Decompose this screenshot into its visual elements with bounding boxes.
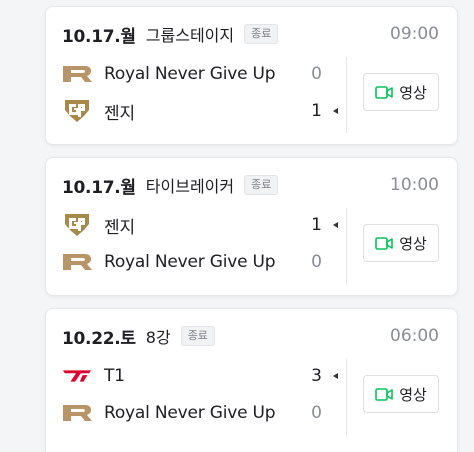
video-button-label: 영상 <box>399 83 427 102</box>
team-row[interactable]: 젠지 1 <box>62 212 338 238</box>
team-score: 0 <box>311 252 322 272</box>
video-button[interactable]: 영상 <box>363 375 439 413</box>
match-time: 09:00 <box>390 24 439 44</box>
team-row[interactable]: Royal Never Give Up 0 <box>62 249 338 275</box>
winner-arrow-icon <box>333 222 338 228</box>
winner-arrow-icon <box>333 108 338 114</box>
team-name: Royal Never Give Up <box>104 252 276 272</box>
video-button[interactable]: 영상 <box>363 224 439 262</box>
team-score: 1 <box>311 101 322 121</box>
t1-logo-icon <box>62 365 92 387</box>
winner-arrow-icon <box>333 373 338 379</box>
team-score: 0 <box>311 64 322 84</box>
match-stage: 그룹스테이지 <box>145 26 235 45</box>
geng-logo-icon <box>62 100 92 122</box>
match-header: 10.17.월 그룹스테이지 종료 09:00 <box>62 23 439 47</box>
match-time: 06:00 <box>390 326 439 346</box>
team-row[interactable]: Royal Never Give Up 0 <box>62 61 338 87</box>
video-button-label: 영상 <box>399 234 427 253</box>
rng-logo-icon <box>62 402 92 424</box>
match-card[interactable]: 10.17.월 타이브레이커 종료 10:00 젠지 1 Royal Never… <box>45 157 458 296</box>
match-date: 10.22.토 <box>62 328 136 349</box>
status-badge: 종료 <box>244 175 279 195</box>
team-name: Royal Never Give Up <box>104 403 276 423</box>
video-camera-icon <box>375 387 393 401</box>
match-date: 10.17.월 <box>62 177 136 198</box>
divider <box>346 208 347 284</box>
status-badge: 종료 <box>244 24 279 44</box>
team-row[interactable]: T1 3 <box>62 363 338 389</box>
team-score: 1 <box>311 215 322 235</box>
match-date: 10.17.월 <box>62 26 136 47</box>
match-card[interactable]: 10.17.월 그룹스테이지 종료 09:00 Royal Never Give… <box>45 6 458 145</box>
status-badge: 종료 <box>180 326 215 346</box>
divider <box>346 57 347 133</box>
video-button[interactable]: 영상 <box>363 73 439 111</box>
team-name: 젠지 <box>104 217 135 238</box>
video-camera-icon <box>375 236 393 250</box>
video-button-label: 영상 <box>399 385 427 404</box>
team-name: 젠지 <box>104 103 135 124</box>
geng-logo-icon <box>62 214 92 236</box>
video-camera-icon <box>375 85 393 99</box>
team-score: 0 <box>311 403 322 423</box>
team-name: Royal Never Give Up <box>104 64 276 84</box>
team-row[interactable]: Royal Never Give Up 0 <box>62 400 338 426</box>
match-stage: 타이브레이커 <box>145 177 235 196</box>
rng-logo-icon <box>62 63 92 85</box>
rng-logo-icon <box>62 251 92 273</box>
match-card[interactable]: 10.22.토 8강 종료 06:00 T1 3 Royal Never Giv… <box>45 308 458 452</box>
team-row[interactable]: 젠지 1 <box>62 98 338 124</box>
divider <box>346 359 347 435</box>
team-score: 3 <box>311 366 322 386</box>
match-time: 10:00 <box>390 175 439 195</box>
match-stage: 8강 <box>145 328 171 347</box>
match-header: 10.22.토 8강 종료 06:00 <box>62 325 439 349</box>
match-header: 10.17.월 타이브레이커 종료 10:00 <box>62 174 439 198</box>
team-name: T1 <box>104 366 125 386</box>
